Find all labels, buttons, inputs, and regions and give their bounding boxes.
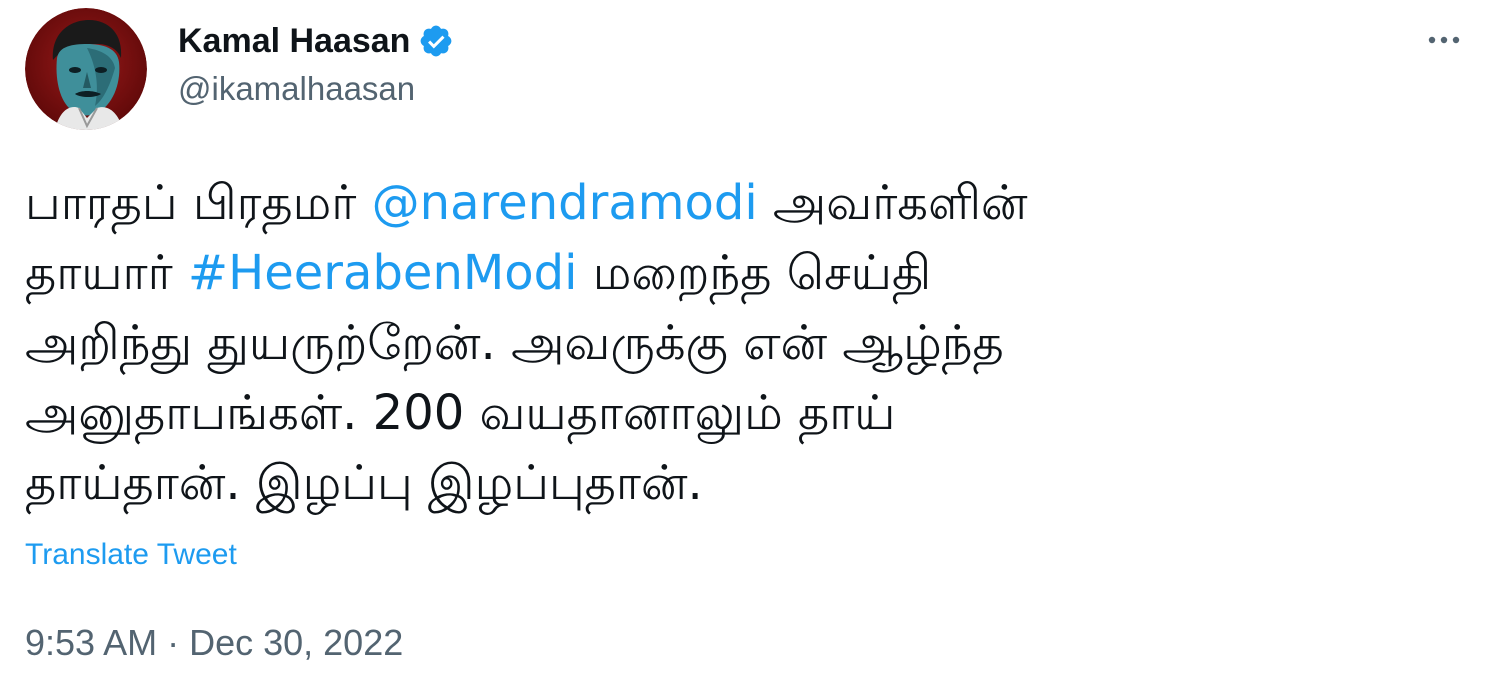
avatar[interactable] <box>25 8 147 130</box>
tweet-timestamp: 9:53 AM · Dec 30, 2022 <box>25 622 403 664</box>
tweet-line: தாயார் #HeerabenModi மறைந்த செய்தி <box>25 238 1465 308</box>
tweet-time[interactable]: 9:53 AM <box>25 622 157 663</box>
text-segment: தாயார் <box>25 245 188 301</box>
translate-tweet-link[interactable]: Translate Tweet <box>25 538 237 572</box>
hashtag-link[interactable]: #HeerabenModi <box>188 245 578 301</box>
display-name[interactable]: Kamal Haasan <box>178 22 410 61</box>
tweet-date[interactable]: Dec 30, 2022 <box>189 622 403 663</box>
verified-badge-icon[interactable] <box>418 23 454 59</box>
name-row: Kamal Haasan <box>178 18 454 64</box>
tweet-header: Kamal Haasan @ikamalhaasan <box>25 8 1478 130</box>
more-horizontal-icon[interactable] <box>1422 26 1466 54</box>
timestamp-separator: · <box>157 622 190 663</box>
handle[interactable]: @ikamalhaasan <box>178 70 454 108</box>
tweet-text: பாரதப் பிரதமர் @narendramodi அவர்களின் த… <box>25 168 1465 518</box>
tweet: Kamal Haasan @ikamalhaasan பாரதப் பிரதமர… <box>0 0 1503 675</box>
mention-link[interactable]: @narendramodi <box>372 175 758 231</box>
text-segment: மறைந்த செய்தி <box>577 245 932 301</box>
tweet-line: அனுதாபங்கள். 200 வயதானாலும் தாய் <box>25 385 896 441</box>
tweet-line: அறிந்து துயருற்றேன். அவருக்கு என் ஆழ்ந்த <box>25 315 1004 371</box>
text-segment: அவர்களின் <box>757 175 1028 231</box>
text-segment: பாரதப் பிரதமர் <box>25 175 372 231</box>
tweet-line: தாய்தான். இழப்பு இழப்புதான். <box>25 455 703 511</box>
author-block: Kamal Haasan @ikamalhaasan <box>178 18 454 108</box>
tweet-line: பாரதப் பிரதமர் @narendramodi அவர்களின் <box>25 168 1465 238</box>
